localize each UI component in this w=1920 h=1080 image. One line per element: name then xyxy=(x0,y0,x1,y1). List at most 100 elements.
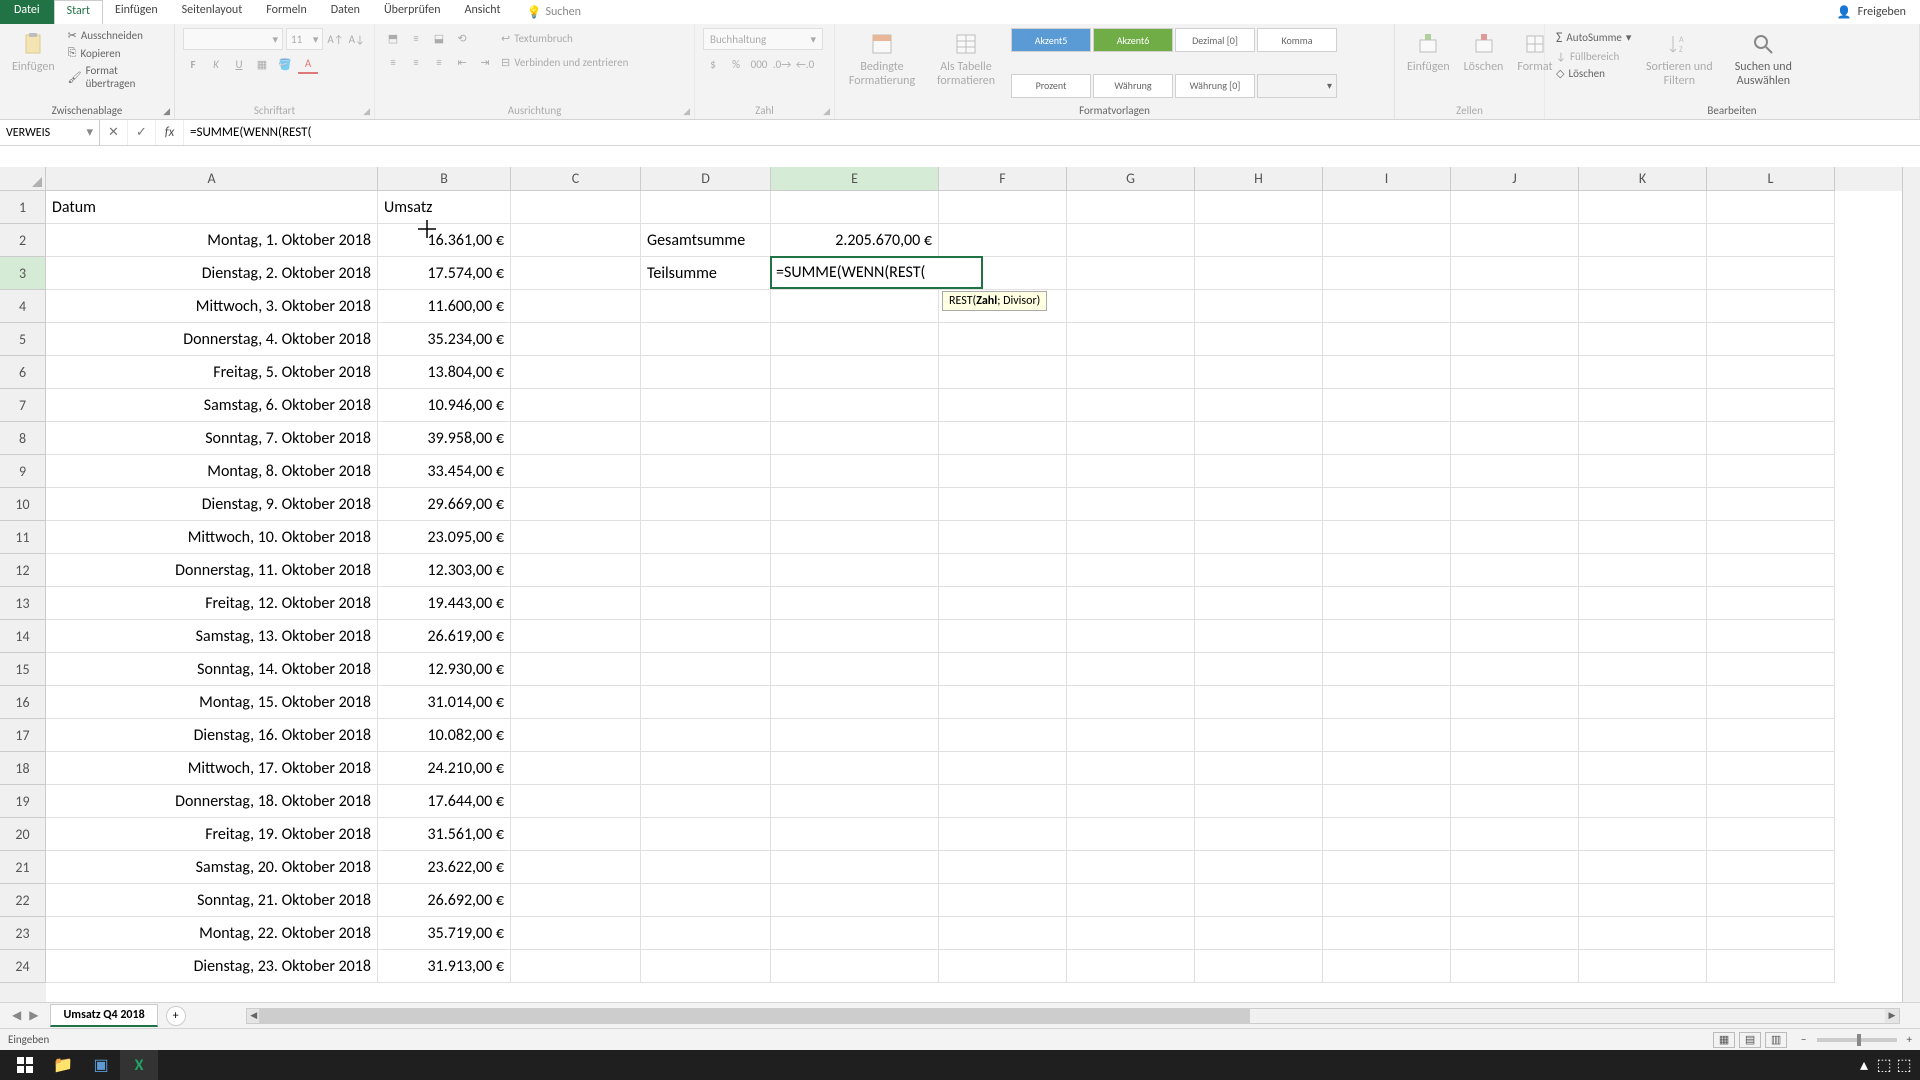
cell-G3[interactable] xyxy=(1067,257,1195,290)
cell-I9[interactable] xyxy=(1323,455,1451,488)
col-header-G[interactable]: G xyxy=(1067,167,1195,191)
row-header-4[interactable]: 4 xyxy=(0,290,46,323)
row-header-22[interactable]: 22 xyxy=(0,884,46,917)
cell-E19[interactable] xyxy=(771,785,939,818)
cell-H2[interactable] xyxy=(1195,224,1323,257)
row-header-20[interactable]: 20 xyxy=(0,818,46,851)
cell-G17[interactable] xyxy=(1067,719,1195,752)
orientation-button[interactable]: ⟲ xyxy=(452,28,472,48)
cell-L15[interactable] xyxy=(1707,653,1835,686)
cell-E17[interactable] xyxy=(771,719,939,752)
cell-J5[interactable] xyxy=(1451,323,1579,356)
cell-D11[interactable] xyxy=(641,521,771,554)
style-komma[interactable]: Komma xyxy=(1257,28,1337,52)
cell-D8[interactable] xyxy=(641,422,771,455)
cell-G12[interactable] xyxy=(1067,554,1195,587)
cell-I24[interactable] xyxy=(1323,950,1451,983)
cell-C10[interactable] xyxy=(511,488,641,521)
cell-E20[interactable] xyxy=(771,818,939,851)
cell-I14[interactable] xyxy=(1323,620,1451,653)
row-header-11[interactable]: 11 xyxy=(0,521,46,554)
cell-C23[interactable] xyxy=(511,917,641,950)
cell-K22[interactable] xyxy=(1579,884,1707,917)
cell-I19[interactable] xyxy=(1323,785,1451,818)
underline-button[interactable]: U xyxy=(229,54,249,74)
font-color-button[interactable]: A xyxy=(298,54,318,74)
cell-C8[interactable] xyxy=(511,422,641,455)
cell-D5[interactable] xyxy=(641,323,771,356)
cell-I21[interactable] xyxy=(1323,851,1451,884)
cell-J17[interactable] xyxy=(1451,719,1579,752)
cell-K10[interactable] xyxy=(1579,488,1707,521)
cell-A10[interactable]: Dienstag, 9. Oktober 2018 xyxy=(46,488,378,521)
cell-B7[interactable]: 10.946,00 € xyxy=(378,389,511,422)
row-header-14[interactable]: 14 xyxy=(0,620,46,653)
cell-K19[interactable] xyxy=(1579,785,1707,818)
style-wahrung[interactable]: Währung xyxy=(1093,74,1173,98)
tab-review[interactable]: Überprüfen xyxy=(372,0,453,24)
cell-J8[interactable] xyxy=(1451,422,1579,455)
cell-B10[interactable]: 29.669,00 € xyxy=(378,488,511,521)
cell-A11[interactable]: Mittwoch, 10. Oktober 2018 xyxy=(46,521,378,554)
font-launcher-icon[interactable]: ◢ xyxy=(363,106,370,117)
cell-I17[interactable] xyxy=(1323,719,1451,752)
cell-H9[interactable] xyxy=(1195,455,1323,488)
view-pagelayout-button[interactable]: ▤ xyxy=(1739,1032,1761,1048)
cancel-formula-button[interactable]: ✕ xyxy=(100,120,128,145)
col-header-F[interactable]: F xyxy=(939,167,1067,191)
cell-A7[interactable]: Samstag, 6. Oktober 2018 xyxy=(46,389,378,422)
cell-J1[interactable] xyxy=(1451,191,1579,224)
cell-E23[interactable] xyxy=(771,917,939,950)
cell-E15[interactable] xyxy=(771,653,939,686)
cell-B5[interactable]: 35.234,00 € xyxy=(378,323,511,356)
cell-A12[interactable]: Donnerstag, 11. Oktober 2018 xyxy=(46,554,378,587)
cell-K24[interactable] xyxy=(1579,950,1707,983)
clear-button[interactable]: ◇Löschen xyxy=(1553,66,1634,81)
cell-H14[interactable] xyxy=(1195,620,1323,653)
cell-D13[interactable] xyxy=(641,587,771,620)
prev-sheet-icon[interactable]: ◀ xyxy=(12,1008,21,1023)
cell-I2[interactable] xyxy=(1323,224,1451,257)
tray-up-icon[interactable]: ▴ xyxy=(1854,1050,1874,1080)
cell-B14[interactable]: 26.619,00 € xyxy=(378,620,511,653)
cell-D16[interactable] xyxy=(641,686,771,719)
cell-A4[interactable]: Mittwoch, 3. Oktober 2018 xyxy=(46,290,378,323)
cell-J9[interactable] xyxy=(1451,455,1579,488)
alignment-launcher-icon[interactable]: ◢ xyxy=(683,106,690,117)
cell-A2[interactable]: Montag, 1. Oktober 2018 xyxy=(46,224,378,257)
cell-I1[interactable] xyxy=(1323,191,1451,224)
fill-button[interactable]: ↓Füllbereich xyxy=(1553,49,1634,64)
italic-button[interactable]: K xyxy=(206,54,226,74)
cell-J10[interactable] xyxy=(1451,488,1579,521)
row-header-17[interactable]: 17 xyxy=(0,719,46,752)
cell-K11[interactable] xyxy=(1579,521,1707,554)
cell-G16[interactable] xyxy=(1067,686,1195,719)
cell-L1[interactable] xyxy=(1707,191,1835,224)
cell-B12[interactable]: 12.303,00 € xyxy=(378,554,511,587)
cell-J14[interactable] xyxy=(1451,620,1579,653)
cell-F20[interactable] xyxy=(939,818,1067,851)
cell-G21[interactable] xyxy=(1067,851,1195,884)
cell-F5[interactable] xyxy=(939,323,1067,356)
cell-H7[interactable] xyxy=(1195,389,1323,422)
cell-H23[interactable] xyxy=(1195,917,1323,950)
cell-L17[interactable] xyxy=(1707,719,1835,752)
cell-F11[interactable] xyxy=(939,521,1067,554)
cell-A15[interactable]: Sonntag, 14. Oktober 2018 xyxy=(46,653,378,686)
cell-E5[interactable] xyxy=(771,323,939,356)
cell-H16[interactable] xyxy=(1195,686,1323,719)
cell-J6[interactable] xyxy=(1451,356,1579,389)
cell-J22[interactable] xyxy=(1451,884,1579,917)
wrap-text-button[interactable]: ↩Textumbruch xyxy=(498,31,576,46)
align-center-button[interactable]: ≡ xyxy=(406,52,426,72)
cell-J21[interactable] xyxy=(1451,851,1579,884)
cell-B19[interactable]: 17.644,00 € xyxy=(378,785,511,818)
cell-L7[interactable] xyxy=(1707,389,1835,422)
cell-B23[interactable]: 35.719,00 € xyxy=(378,917,511,950)
cell-A1[interactable]: Datum xyxy=(46,191,378,224)
cell-B6[interactable]: 13.804,00 € xyxy=(378,356,511,389)
cell-A20[interactable]: Freitag, 19. Oktober 2018 xyxy=(46,818,378,851)
cell-I7[interactable] xyxy=(1323,389,1451,422)
cell-I18[interactable] xyxy=(1323,752,1451,785)
cell-H4[interactable] xyxy=(1195,290,1323,323)
